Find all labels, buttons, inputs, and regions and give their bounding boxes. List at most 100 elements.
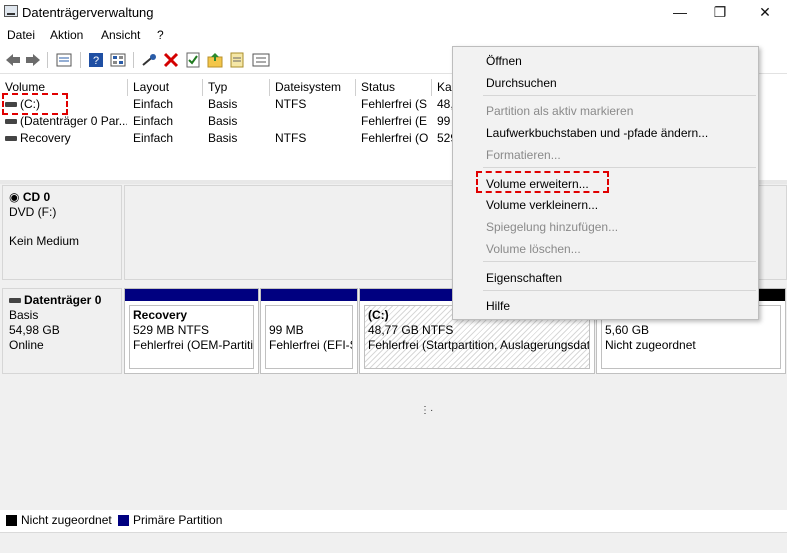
ctx-hilfe[interactable]: Hilfe	[453, 296, 758, 316]
volume-name: Recovery	[20, 131, 71, 145]
partition-status: Fehlerfrei (EFI-Systempartition)	[269, 338, 352, 352]
partition-size: 48,77 GB NTFS	[368, 323, 454, 337]
volume-kapazitaet: 99	[437, 114, 451, 128]
toolbar-separator	[133, 52, 134, 68]
volume-dateisystem: NTFS	[275, 131, 307, 145]
column-header-volume[interactable]: Volume	[0, 79, 128, 96]
delete-icon[interactable]	[161, 50, 181, 70]
partition-recovery[interactable]: Recovery 529 MB NTFS Fehlerfrei (OEM-Par…	[124, 288, 259, 374]
window-title: Datenträgerverwaltung	[22, 5, 154, 20]
view-list-icon[interactable]	[251, 50, 271, 70]
menu-aktion[interactable]: Aktion	[50, 28, 83, 42]
column-header-typ[interactable]: Typ	[203, 79, 270, 96]
volume-name: (Datenträger 0 Par...	[20, 114, 127, 128]
partition-size: 99 MB	[269, 323, 304, 337]
volume-status: Fehlerfrei (S	[361, 97, 428, 111]
volume-status: Fehlerfrei (E	[361, 114, 428, 128]
ctx-separator	[483, 167, 756, 168]
volume-layout: Einfach	[133, 114, 174, 128]
forward-arrow-icon[interactable]	[23, 50, 43, 70]
bookmark-icon[interactable]	[227, 50, 247, 70]
folder-up-icon[interactable]	[205, 50, 225, 70]
ctx-separator	[483, 290, 756, 291]
menu-datei[interactable]: Datei	[7, 28, 35, 42]
volume-dateisystem: NTFS	[275, 97, 307, 111]
volume-drive-icon	[5, 136, 17, 142]
cd-drive-name: CD 0	[22, 190, 51, 204]
volume-drive-icon	[5, 102, 17, 108]
volume-kapazitaet: 48,	[437, 97, 453, 111]
minimize-button[interactable]: —	[660, 0, 700, 24]
ctx-laufwerkbuchstaben[interactable]: Laufwerkbuchstaben und -pfade ändern...	[453, 123, 758, 143]
help-icon[interactable]: ?	[86, 50, 106, 70]
cd-drive-media-status: Kein Medium	[9, 234, 80, 248]
ctx-spiegelung[interactable]: Spiegelung hinzufügen...	[453, 217, 758, 237]
disk-icon	[9, 298, 21, 304]
ctx-volume-loeschen[interactable]: Volume löschen...	[453, 239, 758, 259]
connect-icon[interactable]	[139, 50, 159, 70]
partition-title: Recovery	[133, 308, 188, 322]
volume-status: Fehlerfrei (O	[361, 131, 429, 145]
primary-partition-bar	[261, 289, 357, 301]
disk-list-icon[interactable]	[54, 50, 74, 70]
partition-size: 529 MB NTFS	[133, 323, 210, 337]
legend-unallocated: Nicht zugeordnet	[21, 513, 112, 527]
disk0-type: Basis	[9, 308, 39, 322]
menu-bar: Datei Aktion Ansicht ?	[0, 25, 787, 45]
context-menu: Öffnen Durchsuchen Partition als aktiv m…	[452, 46, 759, 320]
ctx-formatieren[interactable]: Formatieren...	[453, 145, 758, 165]
menu-ansicht[interactable]: Ansicht	[101, 28, 140, 42]
volume-kapazitaet: 529	[437, 131, 453, 145]
ctx-eigenschaften[interactable]: Eigenschaften	[453, 268, 758, 288]
ctx-volume-erweitern[interactable]: Volume erweitern...	[453, 174, 758, 194]
unallocated-swatch	[6, 515, 17, 526]
properties-grid-icon[interactable]	[108, 50, 128, 70]
ctx-oeffnen[interactable]: Öffnen	[453, 51, 758, 71]
disk0-size: 54,98 GB	[9, 323, 60, 337]
table-row[interactable]: Recovery Einfach Basis NTFS Fehlerfrei (…	[0, 130, 460, 147]
primary-partition-bar	[125, 289, 258, 301]
table-row[interactable]: (C:) Einfach Basis NTFS Fehlerfrei (S 48…	[0, 96, 460, 113]
disk0-name: Datenträger 0	[24, 293, 102, 307]
column-header-dateisystem[interactable]: Dateisystem	[270, 79, 356, 96]
title-bar: Datenträgerverwaltung — ❐ ✕	[0, 0, 787, 24]
volume-name: (C:)	[20, 97, 40, 111]
close-button[interactable]: ✕	[745, 0, 785, 24]
partition-size: 5,60 GB	[605, 323, 650, 337]
svg-text:?: ?	[93, 55, 99, 67]
legend-primary: Primäre Partition	[133, 513, 223, 527]
status-bar	[0, 532, 787, 553]
ctx-durchsuchen[interactable]: Durchsuchen	[453, 73, 758, 93]
ctx-partition-aktiv[interactable]: Partition als aktiv markieren	[453, 101, 758, 121]
busy-cursor-icon: ⋮·	[420, 405, 434, 416]
ctx-separator	[483, 95, 756, 96]
volume-drive-icon	[5, 119, 17, 125]
toolbar-separator	[80, 52, 81, 68]
ctx-separator	[483, 261, 756, 262]
partition-status: Nicht zugeordnet	[605, 338, 696, 352]
cd-drive-letter: DVD (F:)	[9, 205, 57, 219]
cd-drive-label[interactable]: ◉ CD 0 DVD (F:) Kein Medium	[2, 185, 122, 280]
column-header-kapazitaet[interactable]: Ka	[432, 79, 454, 96]
disk0-label[interactable]: Datenträger 0 Basis 54,98 GB Online	[2, 288, 122, 374]
partition-status: Fehlerfrei (OEM-Partition)	[133, 338, 254, 352]
partition-status: Fehlerfrei (Startpartition, Auslagerungs…	[368, 338, 590, 352]
column-header-status[interactable]: Status	[356, 79, 432, 96]
ctx-volume-verkleinern[interactable]: Volume verkleinern...	[453, 195, 758, 215]
volume-layout: Einfach	[133, 131, 174, 145]
partition-efi[interactable]: 99 MB Fehlerfrei (EFI-Systempartition)	[260, 288, 358, 374]
menu-help[interactable]: ?	[157, 28, 164, 42]
volume-typ: Basis	[208, 114, 238, 128]
back-arrow-icon[interactable]	[3, 50, 23, 70]
restore-button[interactable]: ❐	[700, 0, 740, 24]
volume-typ: Basis	[208, 131, 238, 145]
volume-layout: Einfach	[133, 97, 174, 111]
table-row[interactable]: (Datenträger 0 Par... Einfach Basis Fehl…	[0, 113, 460, 130]
check-document-icon[interactable]	[183, 50, 203, 70]
toolbar-separator	[47, 52, 48, 68]
disk0-state: Online	[9, 338, 44, 352]
cd-drive-icon: ◉	[9, 190, 20, 204]
column-header-layout[interactable]: Layout	[128, 79, 203, 96]
disk-management-app-icon	[4, 5, 18, 17]
partition-title	[269, 308, 349, 323]
